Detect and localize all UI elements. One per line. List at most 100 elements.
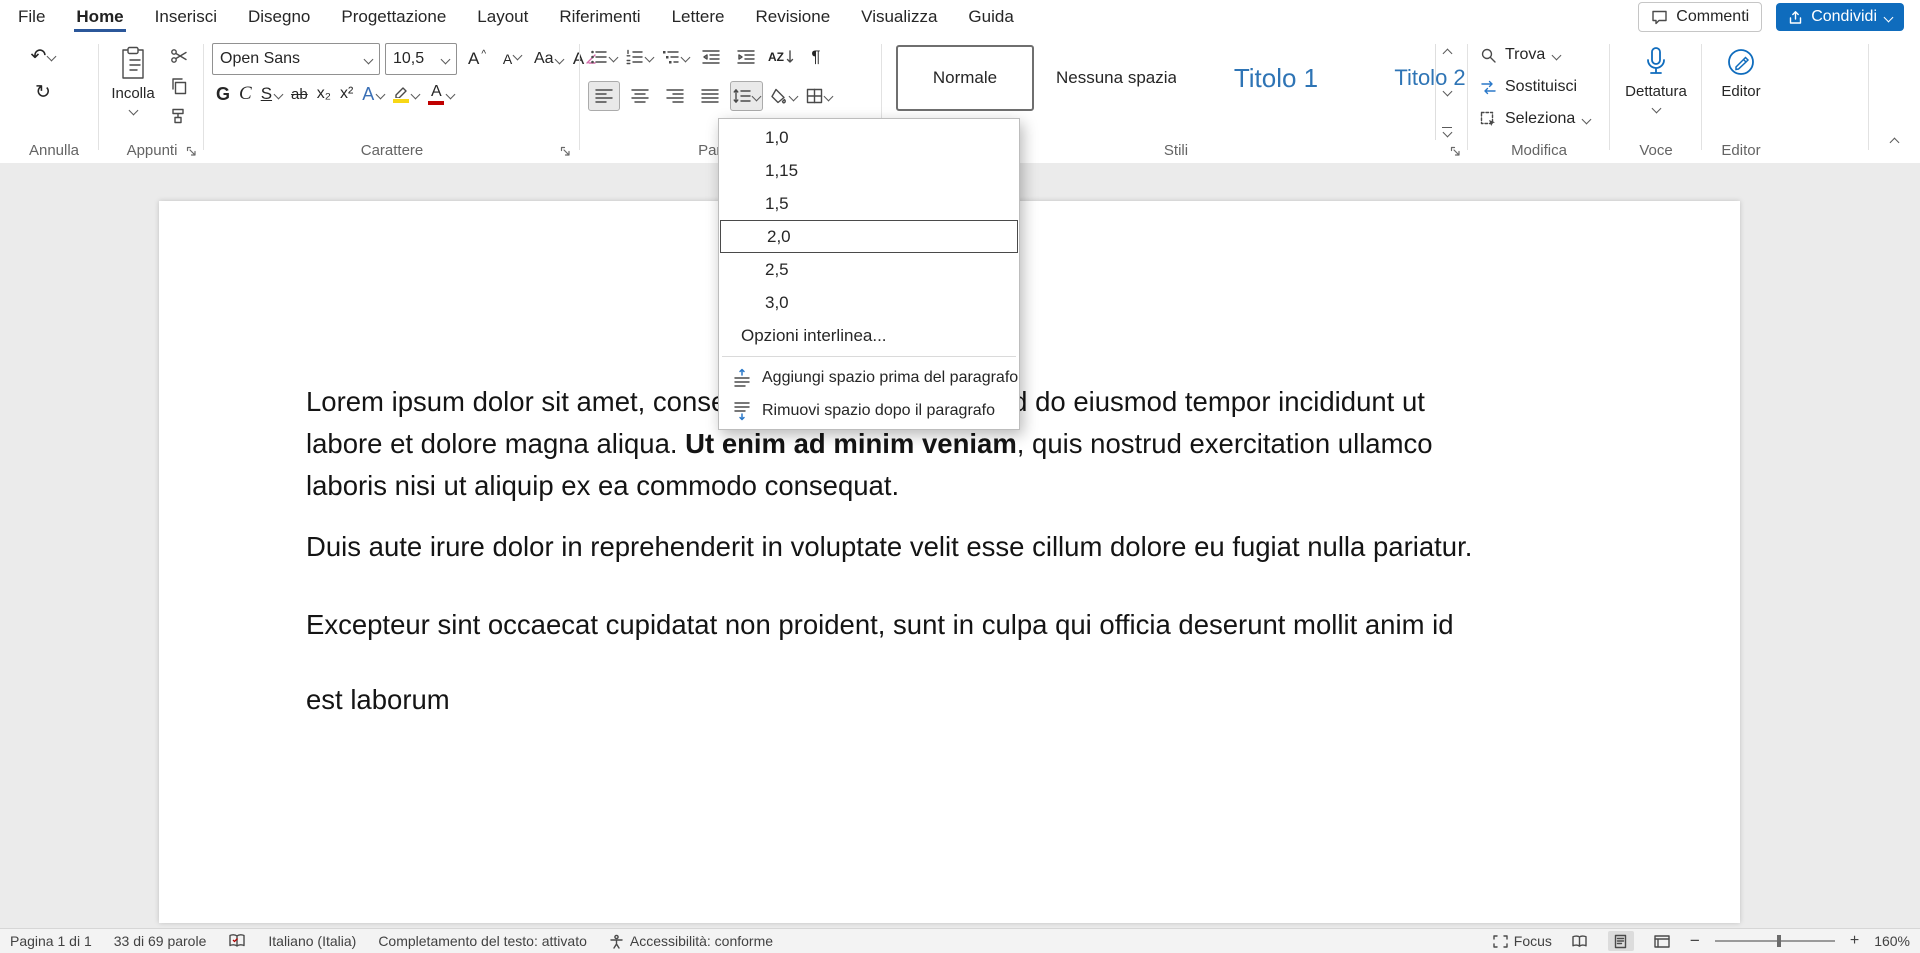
align-left-button[interactable] — [588, 81, 620, 111]
menu-tab-lettere[interactable]: Lettere — [670, 2, 727, 32]
add-space-before-item[interactable]: Aggiungi spazio prima del paragrafo — [719, 361, 1019, 394]
change-case-button[interactable]: Aa — [532, 45, 565, 73]
font-size-combobox[interactable]: 10,5 — [385, 43, 457, 75]
chevron-down-icon — [1651, 104, 1661, 114]
focus-mode-button[interactable]: Focus — [1493, 933, 1552, 949]
format-painter-button[interactable] — [164, 102, 194, 130]
style-normale[interactable]: Normale — [896, 45, 1034, 111]
zoom-out-button[interactable]: − — [1690, 931, 1700, 951]
style-titolo-1[interactable]: Titolo 1 — [1198, 47, 1354, 109]
spacing-option-1-0[interactable]: 1,0 — [719, 121, 1019, 154]
zoom-in-button[interactable]: + — [1850, 932, 1859, 950]
spacing-option-2-0-selected[interactable]: 2,0 — [720, 220, 1018, 253]
text-effects-button[interactable]: A — [362, 84, 384, 105]
style-nessuna-spaziatura[interactable]: Nessuna spaziatura — [1046, 47, 1186, 109]
menu-tab-disegno[interactable]: Disegno — [246, 2, 312, 32]
justify-button[interactable] — [695, 82, 725, 110]
zoom-slider-thumb[interactable] — [1777, 935, 1781, 947]
web-layout-button[interactable] — [1649, 931, 1675, 951]
spacing-option-3-0[interactable]: 3,0 — [719, 286, 1019, 319]
editor-button[interactable]: Editor — [1705, 34, 1777, 100]
font-name-combobox[interactable]: Open Sans — [212, 43, 380, 75]
gallery-scroll-up-icon[interactable] — [1442, 49, 1452, 59]
italic-button[interactable]: C — [239, 83, 252, 105]
grow-font-icon: A — [468, 49, 479, 69]
borders-button[interactable] — [804, 82, 834, 110]
underline-button[interactable]: S — [261, 84, 282, 104]
copy-button[interactable] — [164, 72, 194, 100]
read-mode-button[interactable] — [1567, 931, 1593, 951]
strikethrough-button[interactable]: ab — [291, 86, 308, 103]
shading-button[interactable] — [768, 82, 799, 110]
cut-button[interactable] — [164, 42, 194, 70]
remove-space-after-item[interactable]: Rimuovi spazio dopo il paragrafo — [719, 394, 1019, 427]
redo-button[interactable]: ↻ — [28, 78, 58, 106]
subscript-button[interactable]: x₂ — [317, 85, 331, 103]
menu-tab-guida[interactable]: Guida — [966, 2, 1015, 32]
font-color-button[interactable]: A — [428, 84, 454, 105]
chevron-down-icon — [554, 54, 564, 64]
numbering-button[interactable] — [624, 43, 655, 71]
menu-tab-progettazione[interactable]: Progettazione — [339, 2, 448, 32]
dialog-launcher-icon[interactable] — [1450, 146, 1461, 157]
proofing-status-icon[interactable] — [228, 933, 246, 949]
align-right-button[interactable] — [660, 82, 690, 110]
text-completion-indicator[interactable]: Completamento del testo: attivato — [378, 933, 587, 949]
multilevel-list-button[interactable] — [660, 43, 691, 71]
grow-font-button[interactable]: A^ — [462, 45, 492, 73]
gallery-scroll-down-icon[interactable] — [1442, 87, 1452, 97]
paragraph-1-line-3[interactable]: laboris nisi ut aliquip ex ea commodo co… — [306, 465, 1606, 507]
bullets-button[interactable] — [588, 43, 619, 71]
find-button[interactable]: Trova — [1480, 46, 1560, 64]
pilcrow-icon: ¶ — [811, 47, 820, 67]
group-annulla: ↶ ↻ Annulla — [14, 34, 94, 163]
decrease-indent-button[interactable] — [696, 43, 726, 71]
paragraph-3[interactable]: Excepteur sint occaecat cupidatat non pr… — [306, 604, 1606, 646]
menu-tab-file[interactable]: File — [16, 2, 47, 32]
menu-tab-revisione[interactable]: Revisione — [754, 2, 833, 32]
zoom-slider[interactable] — [1715, 940, 1835, 942]
sort-button[interactable]: AZ — [766, 43, 796, 71]
page-indicator[interactable]: Pagina 1 di 1 — [10, 933, 92, 949]
paragraph-2[interactable]: Duis aute irure dolor in reprehenderit i… — [306, 526, 1606, 568]
group-separator — [1868, 44, 1869, 150]
menu-tab-layout[interactable]: Layout — [475, 2, 530, 32]
collapse-ribbon-button[interactable] — [1891, 133, 1898, 151]
superscript-button[interactable]: x² — [340, 85, 353, 103]
paragraph-3-continued[interactable]: est laborum — [306, 679, 1606, 721]
dialog-launcher-icon[interactable] — [186, 146, 197, 157]
align-center-button[interactable] — [625, 82, 655, 110]
dialog-launcher-icon[interactable] — [560, 146, 571, 157]
highlight-color-button[interactable] — [393, 86, 419, 103]
print-layout-button[interactable] — [1608, 931, 1634, 951]
shrink-font-button[interactable]: A — [497, 45, 527, 73]
accessibility-indicator[interactable]: Accessibilità: conforme — [609, 933, 773, 949]
menu-tab-riferimenti[interactable]: Riferimenti — [557, 2, 642, 32]
chevron-down-icon — [824, 91, 834, 101]
menu-tab-home[interactable]: Home — [74, 2, 125, 32]
statusbar-right: Focus − + 160% — [1493, 931, 1910, 951]
undo-button[interactable]: ↶ — [28, 42, 58, 70]
paste-button[interactable]: Incolla — [104, 34, 162, 114]
spacing-options-more[interactable]: Opzioni interlinea... — [719, 319, 1019, 352]
language-indicator[interactable]: Italiano (Italia) — [268, 933, 356, 949]
chevron-down-icon — [609, 52, 619, 62]
replace-button[interactable]: Sostituisci — [1480, 78, 1577, 96]
increase-indent-button[interactable] — [731, 43, 761, 71]
gallery-more-icon[interactable] — [1442, 127, 1452, 137]
share-button[interactable]: Condividi — [1776, 3, 1904, 31]
menu-tab-visualizza[interactable]: Visualizza — [859, 2, 939, 32]
line-spacing-button[interactable] — [730, 81, 763, 111]
word-count[interactable]: 33 di 69 parole — [114, 933, 207, 949]
bold-button[interactable]: G — [216, 84, 230, 105]
zoom-level[interactable]: 160% — [1874, 933, 1910, 949]
show-formatting-button[interactable]: ¶ — [801, 43, 831, 71]
dictate-button[interactable]: Dettatura — [1613, 34, 1699, 112]
select-button[interactable]: Seleziona — [1480, 110, 1590, 128]
spacing-option-1-15[interactable]: 1,15 — [719, 154, 1019, 187]
spacing-option-2-5[interactable]: 2,5 — [719, 253, 1019, 286]
menu-tab-inserisci[interactable]: Inserisci — [153, 2, 219, 32]
comments-button[interactable]: Commenti — [1638, 2, 1762, 32]
spacing-option-1-5[interactable]: 1,5 — [719, 187, 1019, 220]
underline-icon: S — [261, 84, 272, 104]
